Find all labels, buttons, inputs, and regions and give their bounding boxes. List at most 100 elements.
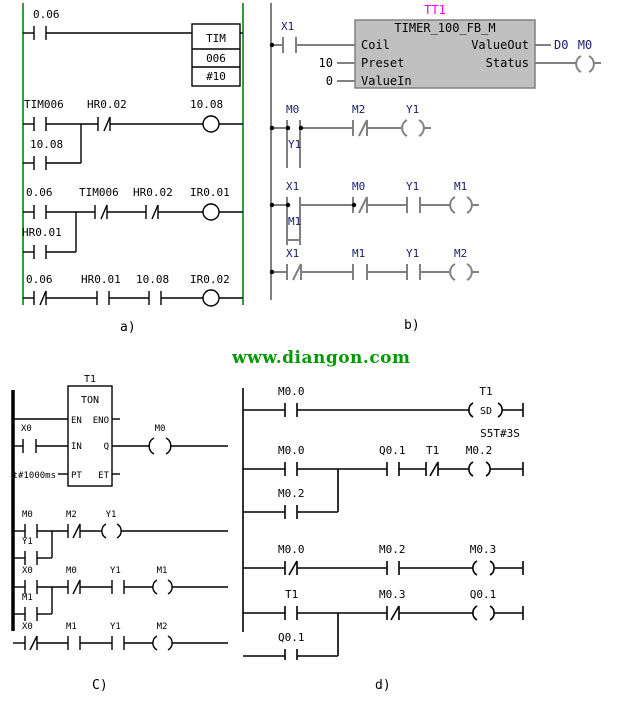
b-r2-branch-label: Y1 bbox=[288, 138, 301, 151]
b-r3-dot-b bbox=[351, 202, 357, 208]
b-fb-enable-contact bbox=[271, 37, 355, 53]
c-r2-branch-label: Y1 bbox=[22, 537, 33, 547]
b-fb-type: TIMER_100_FB_M bbox=[394, 21, 495, 35]
b-fb-out-status: Status bbox=[486, 56, 529, 70]
d-r2-c2-label: Q0.1 bbox=[379, 444, 406, 457]
b-rung-3 bbox=[271, 196, 479, 245]
c-r4-coil-label: M2 bbox=[157, 622, 168, 632]
b-r2-dot-a bbox=[285, 125, 291, 131]
b-fb-valueout-value: D0 bbox=[554, 38, 568, 52]
b-r4-dot-left bbox=[269, 269, 275, 275]
d-r3-c1-label: M0.0 bbox=[278, 543, 305, 556]
c-r3-c3-label: Y1 bbox=[110, 566, 121, 576]
b-fb-in-coil: Coil bbox=[361, 38, 390, 52]
a-r2-coil bbox=[202, 115, 220, 133]
b-r2-dot-left bbox=[269, 125, 275, 131]
c-r2-c2-label: M2 bbox=[66, 510, 77, 520]
c-r3-branch-label: M1 bbox=[22, 593, 33, 603]
a-r2-branch-label: 10.08 bbox=[30, 138, 63, 151]
c-rung-2 bbox=[13, 523, 228, 565]
b-r3-c3-label: Y1 bbox=[406, 180, 419, 193]
d-r2-c1-label: M0.0 bbox=[278, 444, 305, 457]
a-r3-coil-label: IR0.01 bbox=[190, 186, 230, 199]
b-fb-enable-label: X1 bbox=[281, 20, 294, 33]
b-fb-valuein-value: 0 bbox=[326, 74, 333, 88]
panel-a-omron-ladder: 0.06 TIM 006 #10 TIM006 HR0.02 10.08 10.… bbox=[0, 0, 255, 315]
b-fb-status-coil-label: M0 bbox=[578, 38, 592, 52]
b-r3-dot-left bbox=[269, 202, 275, 208]
d-r4-c2-label: M0.3 bbox=[379, 588, 406, 601]
c-r3-c1-label: X0 bbox=[22, 566, 33, 576]
c-r3-coil-label: M1 bbox=[157, 566, 168, 576]
b-fb-out-valueout: ValueOut bbox=[471, 38, 529, 52]
c-fb-type: TON bbox=[81, 395, 99, 406]
a-r4-c3-label: 10.08 bbox=[136, 273, 169, 286]
panel-a-caption: a) bbox=[120, 320, 136, 335]
a-tim-number: 006 bbox=[206, 52, 226, 65]
b-fb-in-valuein: ValueIn bbox=[361, 74, 412, 88]
watermark-url: www.diangon.com bbox=[232, 348, 411, 368]
b-r3-c2-label: M0 bbox=[352, 180, 365, 193]
panel-c-ton-ladder: T1 TON EN IN PT ENO Q ET X0 t#1000ms M0 bbox=[0, 368, 235, 658]
c-fb-pin-q: Q bbox=[104, 442, 109, 452]
b-rung-4 bbox=[271, 263, 479, 281]
b-r3-branch-label: M1 bbox=[288, 215, 301, 228]
b-fb-instance: TT1 bbox=[424, 3, 446, 17]
d-r3-coil-label: M0.3 bbox=[470, 543, 497, 556]
c-r2-c1-label: M0 bbox=[22, 510, 33, 520]
panel-d-caption: d) bbox=[375, 678, 391, 693]
c-r4-c1-label: X0 bbox=[22, 622, 33, 632]
b-r2-c2-label: M2 bbox=[352, 103, 365, 116]
a-r4-coil-label: IR0.02 bbox=[190, 273, 230, 286]
b-r4-c2-label: M1 bbox=[352, 247, 365, 260]
a-tim-name: TIM bbox=[206, 32, 226, 45]
c-rung-4 bbox=[13, 635, 228, 651]
a-r3-c1-label: 0.06 bbox=[26, 186, 53, 199]
d-r3-c2-label: M0.2 bbox=[379, 543, 406, 556]
b-fb-status-coil bbox=[565, 55, 601, 73]
d-r2-branch-label: M0.2 bbox=[278, 487, 305, 500]
d-r1-coil-label: T1 bbox=[479, 385, 492, 398]
panel-b-caption: b) bbox=[404, 318, 420, 333]
a-r4-c2-label: HR0.01 bbox=[81, 273, 121, 286]
d-r4-coil-label: Q0.1 bbox=[470, 588, 497, 601]
b-r3-coil-label: M1 bbox=[454, 180, 467, 193]
d-r2-preset-label: S5T#3S bbox=[480, 427, 520, 440]
a-r4-coil bbox=[202, 289, 220, 307]
a-r3-c2-label: TIM006 bbox=[79, 186, 119, 199]
a-tim-preset: #10 bbox=[206, 70, 226, 83]
c-fb-pin-in: IN bbox=[71, 442, 82, 452]
d-r1-c1-label: M0.0 bbox=[278, 385, 305, 398]
a-r4-c1-label: 0.06 bbox=[26, 273, 53, 286]
c-fb-pin-eno: ENO bbox=[93, 416, 109, 426]
d-r2-c3-label: T1 bbox=[426, 444, 439, 457]
d-r2-coil-label: M0.2 bbox=[466, 444, 493, 457]
d-rung-3 bbox=[243, 560, 524, 576]
c-rung-3 bbox=[13, 579, 228, 621]
c-fb-pin-et: ET bbox=[98, 471, 109, 481]
b-r3-c1-label: X1 bbox=[286, 180, 299, 193]
b-r4-c3-label: Y1 bbox=[406, 247, 419, 260]
b-r2-dot-b bbox=[298, 125, 304, 131]
c-r2-coil-label: Y1 bbox=[106, 510, 117, 520]
c-fb-wires bbox=[13, 418, 228, 475]
b-junction-dot bbox=[269, 42, 275, 48]
panel-c-caption: C) bbox=[92, 678, 108, 693]
panel-b-function-block-ladder: TT1 X1 TIMER_100_FB_M Coil Preset ValueI… bbox=[255, 0, 620, 315]
b-r4-coil-label: M2 bbox=[454, 247, 467, 260]
a-rung-4 bbox=[23, 289, 243, 307]
c-fb-pt-value: t#1000ms bbox=[13, 471, 56, 481]
c-fb-pin-pt: PT bbox=[71, 471, 82, 481]
a-r2-c2-label: HR0.02 bbox=[87, 98, 127, 111]
c-fb-q-coil-label: M0 bbox=[155, 424, 166, 434]
a-r1-contact-label: 0.06 bbox=[33, 8, 60, 21]
d-r1-coil-inner: SD bbox=[480, 406, 492, 417]
a-r3-coil bbox=[202, 203, 220, 221]
b-r4-c1-label: X1 bbox=[286, 247, 299, 260]
c-fb-instance: T1 bbox=[84, 374, 96, 385]
d-r4-c1-label: T1 bbox=[285, 588, 298, 601]
b-fb-preset-value: 10 bbox=[319, 56, 333, 70]
c-r4-c2-label: M1 bbox=[66, 622, 77, 632]
d-r4-branch-label: Q0.1 bbox=[278, 631, 305, 644]
a-r3-c3-label: HR0.02 bbox=[133, 186, 173, 199]
